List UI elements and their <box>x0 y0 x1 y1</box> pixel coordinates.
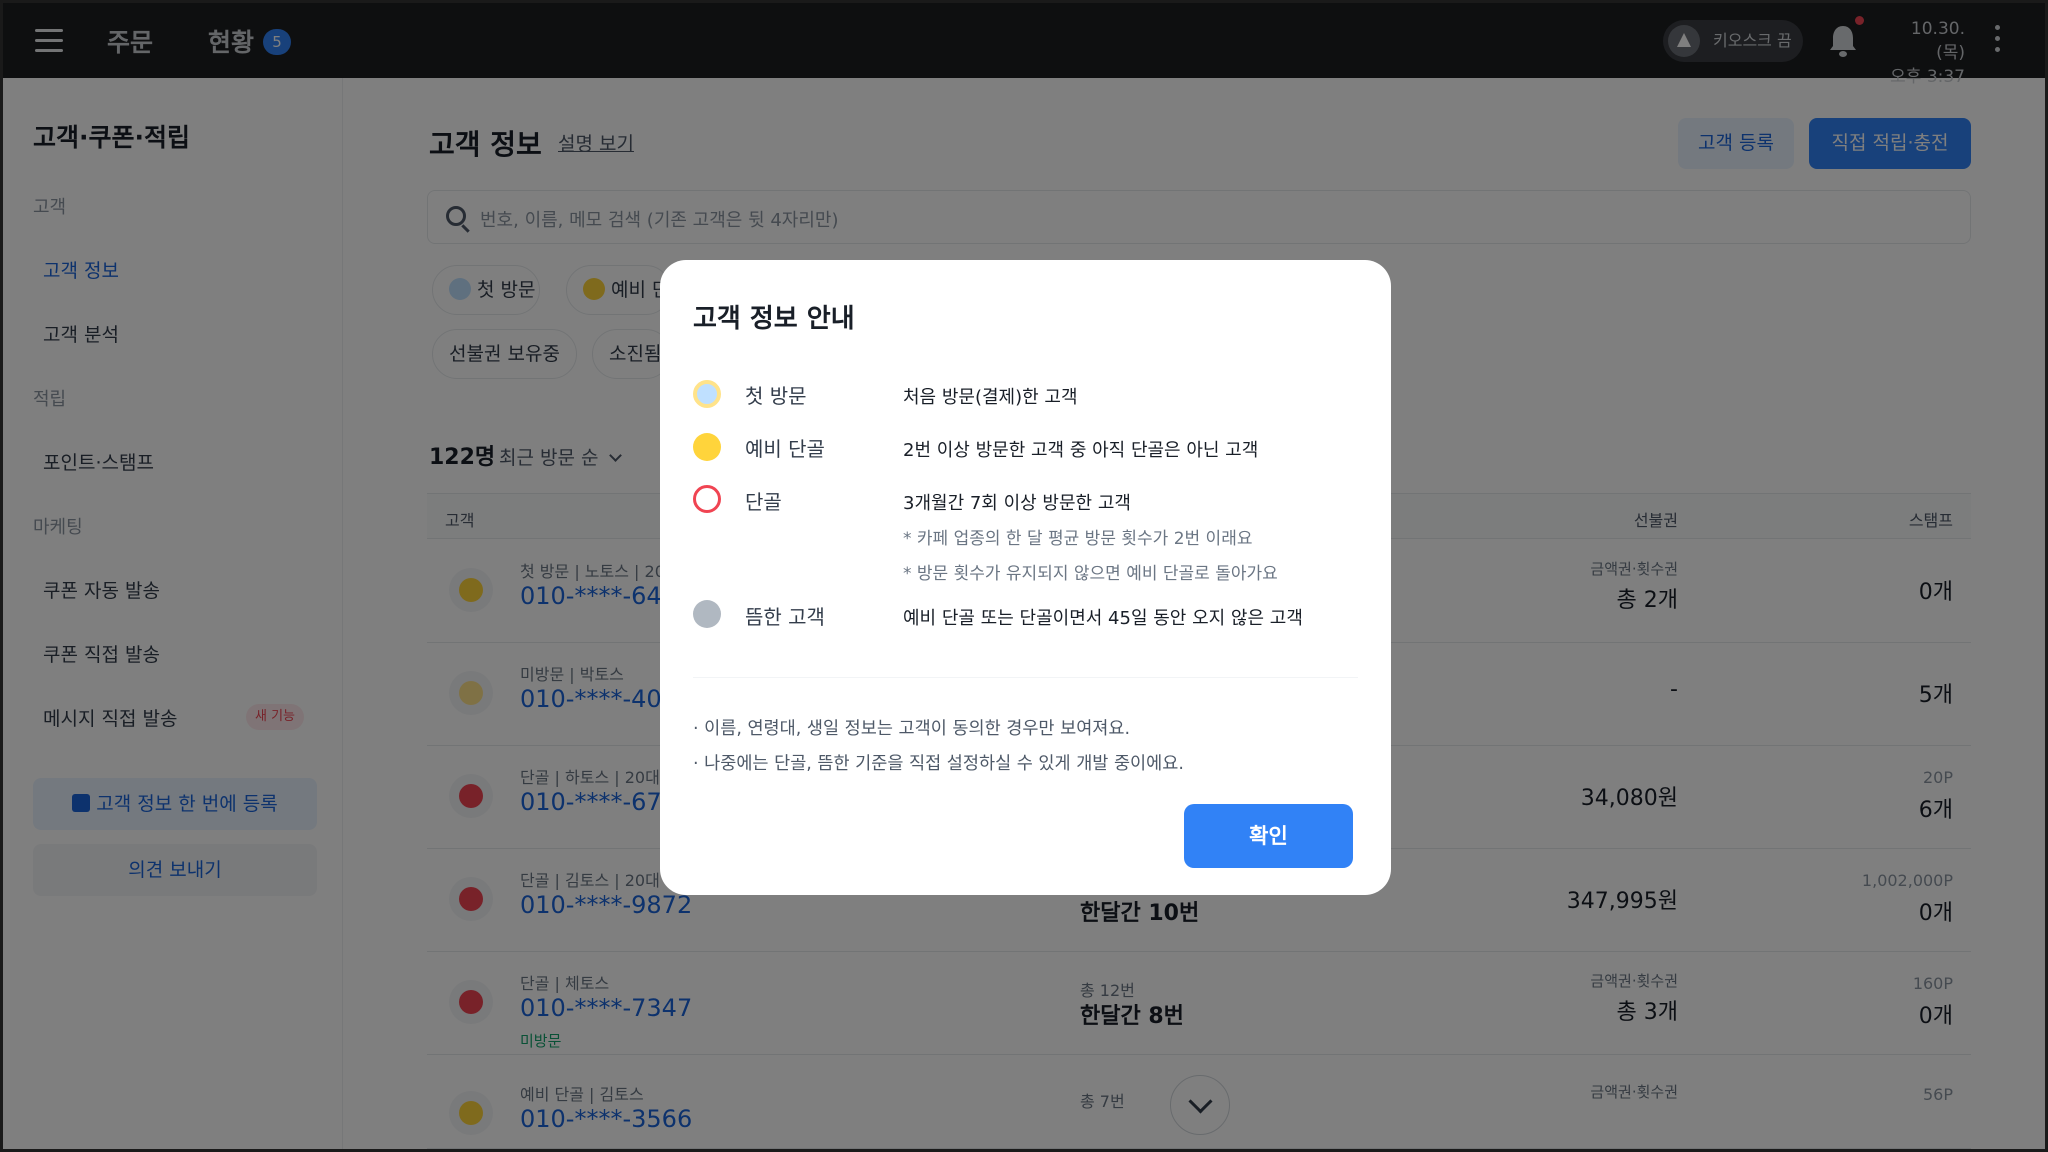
type-label-prospective: 예비 단골 <box>745 437 825 461</box>
type-desc-first-visit: 처음 방문(결제)한 고객 <box>903 387 1078 408</box>
type-note-regular-1: * 카페 업종의 한 달 평균 방문 횟수가 2번 이래요 <box>903 529 1253 549</box>
sleeping-bird-icon <box>693 600 721 628</box>
type-label-dormant: 뜸한 고객 <box>745 605 825 629</box>
confirm-button[interactable]: 확인 <box>1184 804 1353 868</box>
type-desc-prospective: 2번 이상 방문한 고객 중 아직 단골은 아닌 고객 <box>903 440 1259 461</box>
type-desc-dormant: 예비 단골 또는 단골이면서 45일 동안 오지 않은 고객 <box>903 608 1303 629</box>
chick-egg-icon <box>693 380 721 408</box>
dialog-divider <box>693 677 1358 678</box>
type-note-regular-2: * 방문 횟수가 유지되지 않으면 예비 단골로 돌아가요 <box>903 564 1278 584</box>
dialog-note-development: · 나중에는 단골, 뜸한 기준을 직접 설정하실 수 있게 개발 중이에요. <box>693 754 1184 774</box>
type-desc-regular: 3개월간 7회 이상 방문한 고객 <box>903 493 1131 514</box>
dialog-note-consent: · 이름, 연령대, 생일 정보는 고객이 동의한 경우만 보여져요. <box>693 719 1131 739</box>
type-label-first-visit: 첫 방문 <box>745 384 807 408</box>
type-label-regular: 단골 <box>745 490 782 514</box>
app-frame: 주문 현황 5 키오스크 끔 10.30. (목) 오후 3:37 고객·쿠폰·… <box>3 3 2045 1149</box>
customer-info-dialog: 고객 정보 안내 첫 방문 처음 방문(결제)한 고객 예비 단골 2번 이상 … <box>660 260 1391 895</box>
rooster-icon <box>693 485 721 513</box>
dialog-title: 고객 정보 안내 <box>693 304 855 334</box>
chick-icon <box>693 433 721 461</box>
